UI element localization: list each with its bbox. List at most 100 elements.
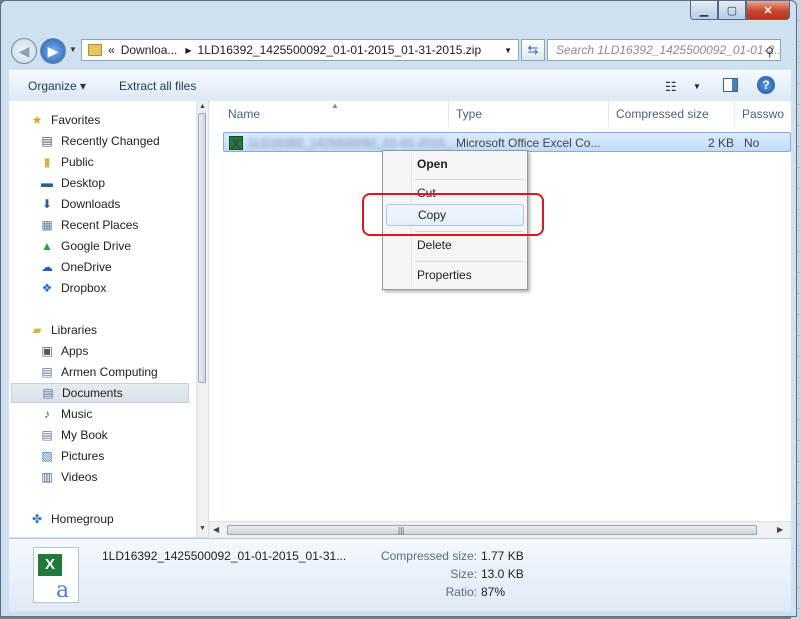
preview-pane-icon[interactable]	[723, 78, 738, 92]
arrow-right-icon: ▶	[47, 42, 59, 59]
details-pane: X a 1LD16392_1425500092_01-01-2015_01-31…	[9, 538, 791, 611]
nav-item-apps[interactable]: ▣ Apps	[39, 341, 88, 361]
library-icon: ▤	[41, 428, 53, 442]
scroll-down-icon[interactable]: ▼	[199, 525, 206, 532]
nav-item-armen-computing[interactable]: ▤ Armen Computing	[39, 362, 158, 382]
nav-item-onedrive[interactable]: ☁ OneDrive	[39, 257, 112, 277]
column-header-name[interactable]: Name	[228, 101, 260, 127]
scroll-right-icon[interactable]: ▶	[777, 525, 783, 534]
videos-icon: ▥	[41, 470, 53, 484]
forward-button[interactable]: ▶	[40, 38, 66, 64]
recent-changes-icon: ▤	[41, 134, 53, 148]
column-header-compressed-size[interactable]: Compressed size	[616, 101, 709, 127]
documents-icon: ▤	[42, 386, 54, 400]
nav-item-label: Recent Places	[61, 218, 139, 232]
nav-item-documents[interactable]: ▤ Documents	[11, 383, 189, 403]
file-password: No	[744, 136, 760, 150]
library-icon: ▤	[41, 365, 53, 379]
zip-folder-icon	[88, 44, 102, 56]
search-input[interactable]: Search 1LD16392_1425500092_01-01-2... ⚲	[547, 39, 781, 61]
nav-item-public[interactable]: ▮ Public	[39, 152, 94, 172]
search-placeholder: Search 1LD16392_1425500092_01-01-2...	[556, 43, 781, 57]
libraries-icon: ▰	[32, 323, 42, 337]
nav-item-recently-changed[interactable]: ▤ Recently Changed	[39, 131, 160, 151]
menu-separator	[415, 261, 523, 262]
address-bar[interactable]: « Downloa... ▶ 1LD16392_1425500092_01-01…	[81, 39, 519, 61]
file-compressed-size: 2 KB	[708, 136, 735, 150]
nav-item-my-book[interactable]: ▤ My Book	[39, 425, 107, 445]
close-button[interactable]: ✕	[746, 1, 790, 20]
help-icon[interactable]: ?	[757, 76, 775, 94]
nav-item-label: Pictures	[61, 449, 105, 463]
nav-item-homegroup[interactable]: ✤ Homegroup	[29, 509, 114, 529]
breadcrumb-overflow[interactable]: «	[108, 43, 115, 57]
music-icon: ♪	[44, 407, 50, 421]
scroll-left-icon[interactable]: ◀	[213, 525, 219, 534]
nav-item-desktop[interactable]: ▬ Desktop	[39, 173, 105, 193]
minimize-button[interactable]: ▁	[690, 1, 718, 20]
apps-icon: ▣	[41, 344, 53, 358]
view-options-icon[interactable]: ☷	[665, 79, 677, 95]
menu-item-open[interactable]: Open	[386, 153, 524, 175]
column-divider[interactable]	[608, 101, 609, 127]
address-dropdown-icon[interactable]: ▼	[504, 46, 512, 55]
explorer-window: ▁ ▢ ✕ ◀ ▶ ▼ « Downloa... ▶ 1LD16392_1425…	[0, 0, 797, 617]
nav-item-label: Google Drive	[61, 239, 132, 253]
maximize-button[interactable]: ▢	[718, 1, 746, 20]
google-drive-icon: ▲	[41, 239, 53, 253]
nav-item-google-drive[interactable]: ▲ Google Drive	[39, 236, 131, 256]
nav-favorites-label: Favorites	[51, 113, 101, 127]
excel-file-icon: X	[229, 136, 243, 151]
nav-scrollbar[interactable]: ▲ ▼	[196, 101, 208, 537]
column-divider[interactable]	[448, 101, 449, 127]
nav-item-pictures[interactable]: ▧ Pictures	[39, 446, 104, 466]
details-size-value: 13.0 KB	[481, 567, 524, 581]
details-compressed-size-label: Compressed size:	[380, 549, 477, 563]
column-divider[interactable]	[734, 101, 735, 127]
onedrive-icon: ☁	[41, 260, 53, 274]
nav-item-music[interactable]: ♪ Music	[39, 404, 92, 424]
column-header-password[interactable]: Passwo	[742, 101, 784, 127]
breadcrumb-downloads[interactable]: Downloa...	[121, 43, 178, 57]
scroll-grip-icon: |||	[398, 526, 405, 535]
nav-favorites[interactable]: ★ Favorites	[29, 110, 101, 130]
downloads-icon: ⬇	[41, 197, 53, 211]
nav-item-recent-places[interactable]: ▦ Recent Places	[39, 215, 138, 235]
horizontal-scrollbar[interactable]: ◀ ||| ▶	[209, 521, 791, 538]
address-row: ◀ ▶ ▼ « Downloa... ▶ 1LD16392_1425500092…	[9, 37, 791, 65]
nav-item-label: Armen Computing	[61, 365, 158, 379]
sort-ascending-icon: ▲	[331, 101, 339, 110]
breadcrumb-separator-icon[interactable]: ▶	[185, 46, 191, 55]
scroll-up-icon[interactable]: ▲	[199, 103, 206, 110]
nav-scroll-thumb[interactable]	[198, 113, 206, 383]
nav-item-label: Recently Changed	[61, 134, 160, 148]
desktop-icon: ▬	[41, 176, 53, 190]
menu-item-properties[interactable]: Properties	[386, 264, 524, 286]
refresh-icon: ⇆	[527, 42, 539, 57]
nav-item-downloads[interactable]: ⬇ Downloads	[39, 194, 120, 214]
extract-all-button[interactable]: Extract all files	[119, 79, 196, 93]
nav-item-label: Public	[61, 155, 94, 169]
nav-item-label: Videos	[61, 470, 98, 484]
star-icon: ★	[31, 113, 43, 127]
view-dropdown-icon[interactable]: ▼	[693, 82, 701, 91]
nav-item-label: Homegroup	[51, 512, 114, 526]
refresh-button[interactable]: ⇆	[521, 39, 545, 61]
nav-item-label: OneDrive	[61, 260, 112, 274]
back-button[interactable]: ◀	[11, 38, 37, 64]
nav-item-label: Dropbox	[61, 281, 107, 295]
homegroup-icon: ✤	[31, 512, 43, 526]
nav-item-label: Downloads	[61, 197, 121, 211]
details-compressed-size-value: 1.77 KB	[481, 549, 524, 563]
table-row[interactable]: X 1LD16392_1425500092_01-01-2015_... Mic…	[223, 132, 791, 152]
nav-item-videos[interactable]: ▥ Videos	[39, 467, 97, 487]
recent-pages-dropdown[interactable]: ▼	[69, 45, 77, 54]
column-header-type[interactable]: Type	[456, 101, 482, 127]
nav-libraries[interactable]: ▰ Libraries	[29, 320, 97, 340]
organize-button[interactable]: Organize ▾	[28, 79, 86, 93]
menu-item-delete[interactable]: Delete	[386, 234, 524, 256]
pictures-icon: ▧	[41, 449, 53, 463]
horizontal-scroll-thumb[interactable]: |||	[227, 525, 757, 535]
breadcrumb-zip[interactable]: 1LD16392_1425500092_01-01-2015_01-31-201…	[198, 43, 482, 57]
nav-item-dropbox[interactable]: ❖ Dropbox	[39, 278, 107, 298]
